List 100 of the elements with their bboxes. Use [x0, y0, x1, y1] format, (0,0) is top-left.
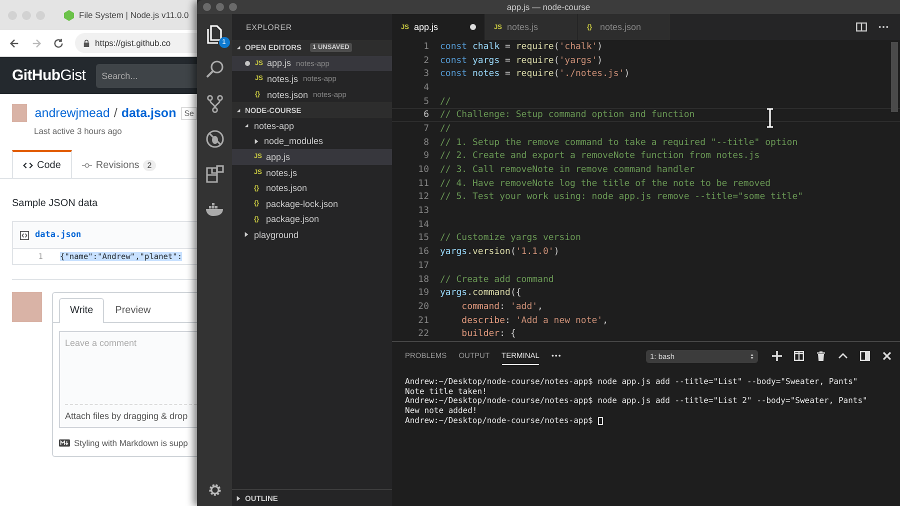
search-icon[interactable]: [204, 59, 224, 79]
chevron-up-icon[interactable]: [838, 351, 848, 361]
line-number: 1: [422, 42, 429, 52]
split-editor-icon[interactable]: [856, 22, 867, 32]
code-line: yargs.version('1.1.0'): [440, 247, 560, 258]
line-number: 17: [417, 260, 429, 271]
source-control-icon[interactable]: [204, 94, 224, 114]
split-terminal-icon[interactable]: [794, 351, 804, 361]
line-number: 20: [417, 302, 429, 312]
line-number: 12: [417, 192, 429, 202]
gist-tab[interactable]: Revisions 2: [72, 150, 166, 178]
owner-link[interactable]: andrewjmead: [34, 106, 110, 120]
line-number: 9: [422, 151, 429, 162]
chevron-icon: [244, 232, 249, 238]
address-bar[interactable]: https://gist.github.co: [75, 33, 197, 53]
tree-item[interactable]: node_modules: [232, 134, 392, 150]
line-number: 5: [422, 96, 429, 107]
line-number: 8: [422, 138, 429, 148]
markdown-icon: [59, 439, 70, 447]
line-number: 4: [422, 82, 429, 93]
code-line: // 5. Test your work using: node app.js remove --title="some title": [440, 192, 804, 202]
chevron-icon: [244, 123, 249, 128]
comment-tab[interactable]: Write: [59, 298, 104, 323]
window-title: app.js — node-course: [506, 2, 590, 12]
chevron-icon: [236, 45, 241, 50]
file-link[interactable]: data.json: [121, 106, 176, 120]
gist-logo[interactable]: GitHubGist: [12, 67, 86, 84]
back-icon[interactable]: [9, 38, 20, 48]
settings-icon[interactable]: [206, 482, 222, 498]
comment-field[interactable]: Leave a comment Attach files by dragging & drop: [59, 331, 197, 428]
revision-count: 2: [143, 160, 156, 170]
reload-icon[interactable]: [53, 38, 64, 48]
trash-icon[interactable]: [816, 351, 826, 361]
terminal-line: Andrew:~/Desktop/node-course/notes-app$ node app.js add --title="List" --body="Sweater, Pants": [405, 377, 858, 387]
file-code-icon: [20, 230, 29, 240]
browser-tab-title[interactable]: File System | Node.js v11.0.0: [79, 10, 189, 20]
line-number: 6: [422, 110, 429, 120]
extensions-icon[interactable]: [204, 164, 224, 184]
hexagon-icon: [64, 10, 74, 20]
path-separator: /: [114, 106, 118, 120]
line-number: 13: [417, 206, 429, 216]
line-number: 2: [422, 56, 429, 66]
file-name[interactable]: data.json: [35, 230, 82, 240]
code-line: builder: {: [460, 329, 516, 340]
code-icon: [23, 160, 33, 170]
code-line: // 1. Setup the remove command to take a required "--title" option: [440, 138, 798, 148]
photo-placeholder: [12, 292, 42, 322]
terminal-line: New note added!: [405, 406, 478, 416]
gist-description: Sample JSON data: [12, 198, 99, 209]
photo-placeholder: [12, 104, 27, 122]
text-cursor-icon: [766, 108, 774, 128]
comment-placeholder: Leave a comment: [65, 338, 138, 348]
line-number: 11: [417, 178, 429, 189]
tree-item[interactable]: playground: [232, 227, 392, 243]
line-number: 3: [422, 69, 429, 80]
line-number: 22: [417, 329, 429, 340]
debug-icon[interactable]: [204, 129, 224, 149]
code-line: // 4. Have removeNote log the title of the note to be removed: [440, 178, 771, 189]
chevron-icon: [254, 138, 259, 144]
line-number: 7: [422, 124, 429, 134]
lock-icon: [83, 38, 90, 48]
url-text: https://gist.github.co: [95, 38, 171, 48]
line-number: 21: [417, 316, 429, 326]
code-line: //: [440, 124, 451, 134]
code-line: yargs.command({: [440, 288, 522, 298]
close-icon[interactable]: [882, 351, 892, 361]
line-number: 19: [417, 288, 429, 298]
code-line: // Create add command: [440, 274, 554, 285]
line-number: 14: [417, 220, 429, 230]
chevron-icon: [236, 496, 241, 501]
code-line: const notes = require('./notes.js'): [440, 69, 630, 80]
code-line: // 3. Call removeNote in remove command handler: [440, 165, 695, 176]
code-line: // Customize yargs version: [440, 233, 581, 244]
line-number: 15: [417, 233, 429, 244]
sidebar-title: EXPLORER: [245, 22, 293, 34]
select-arrows-icon: [750, 352, 754, 360]
visibility-label: Se: [181, 106, 197, 120]
search-field[interactable]: Search...: [96, 64, 197, 88]
line-number: 18: [417, 274, 429, 285]
code-line: const chalk = require('chalk'): [440, 42, 603, 52]
plus-icon[interactable]: [772, 351, 782, 361]
commit-icon: [82, 160, 92, 170]
code-line: // Challenge: Setup command option and function: [440, 110, 695, 120]
terminal-line: Andrew:~/Desktop/node-course/notes-app$ node app.js add --title="List 2" --body="Sweater, Pants": [405, 396, 868, 406]
gist-tab[interactable]: Code: [12, 150, 72, 178]
last-active-text: Last active 3 hours ago: [34, 126, 123, 136]
line-number: 10: [417, 165, 429, 176]
scrollbar[interactable]: [891, 42, 898, 112]
maximize-panel-icon[interactable]: [860, 351, 870, 361]
code-line: //: [440, 96, 451, 107]
terminal-line: Andrew:~/Desktop/node-course/notes-app$: [405, 416, 594, 426]
code-line: // 2. Create and export a removeNote function from notes.js: [440, 151, 760, 162]
tree-item[interactable]: notes-app: [232, 118, 392, 134]
markdown-note: Styling with Markdown is supp: [74, 438, 188, 448]
comment-tab[interactable]: Preview: [104, 298, 162, 322]
code-line: const yargs = require('yargs'): [440, 56, 603, 66]
files-icon[interactable]: [204, 24, 224, 44]
line-number: 16: [417, 247, 429, 258]
chevron-icon: [236, 108, 241, 113]
terminal-line: Note title taken!: [405, 386, 487, 396]
